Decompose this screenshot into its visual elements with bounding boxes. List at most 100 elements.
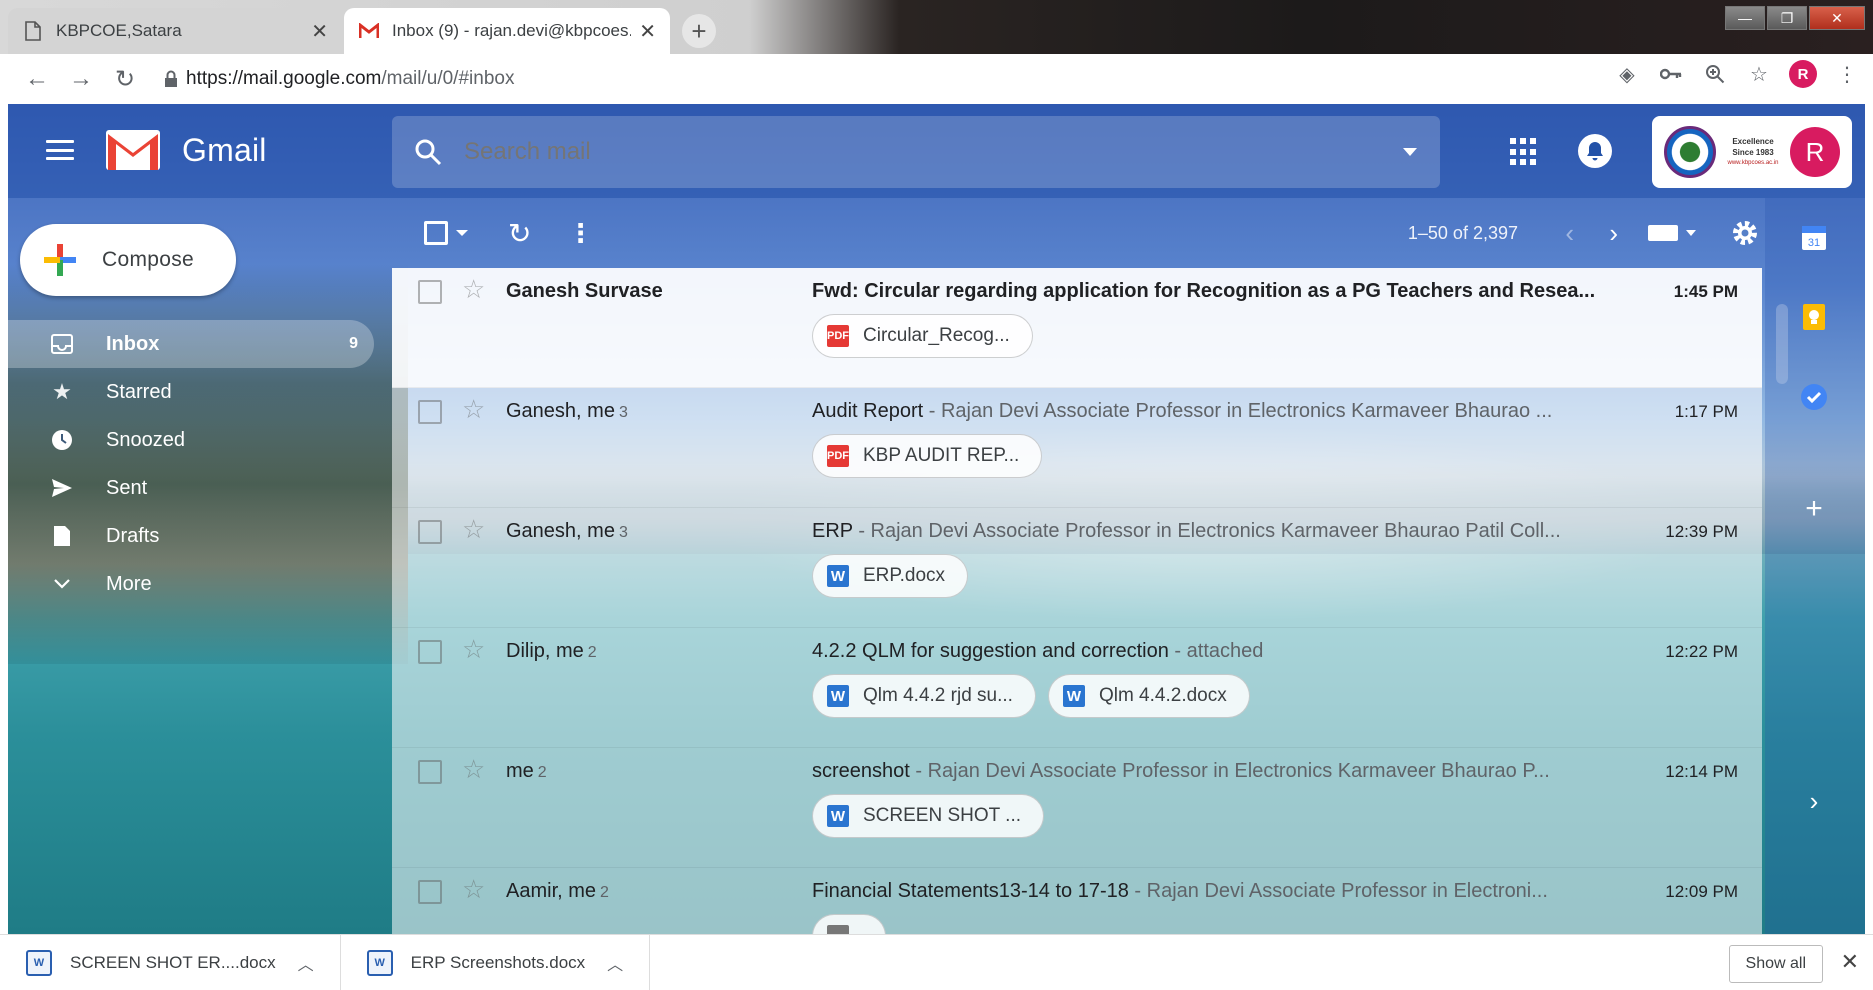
browser-toolbar: ← → ↻ https://mail.google.com/mail/u/0/#… <box>0 54 1873 104</box>
email-snippet: - Rajan Devi Associate Professor in Elec… <box>852 520 1561 542</box>
more-actions-icon[interactable]: ⋮ <box>567 218 593 249</box>
refresh-icon[interactable]: ↻ <box>508 217 531 250</box>
key-icon[interactable] <box>1657 60 1685 88</box>
star-icon[interactable]: ☆ <box>462 274 485 305</box>
sidebar-item-more[interactable]: More <box>8 560 374 608</box>
attachment-chip[interactable]: W SCREEN SHOT ... <box>812 794 1045 838</box>
attachment-chip[interactable]: W Qlm 4.4.2 rjd su... <box>812 674 1036 718</box>
compose-label: Compose <box>102 248 194 271</box>
star-icon[interactable]: ☆ <box>462 514 485 545</box>
search-input[interactable] <box>464 138 1380 166</box>
select-dropdown-icon[interactable] <box>456 230 468 236</box>
attachment-name: Circular_Recog... <box>863 325 1010 346</box>
input-tools-icon[interactable] <box>1648 225 1696 241</box>
show-all-downloads-button[interactable]: Show all <box>1728 945 1823 983</box>
email-snippet: - Rajan Devi Associate Professor in Elec… <box>909 760 1550 782</box>
older-page-icon[interactable]: › <box>1609 218 1618 249</box>
chevron-up-icon[interactable]: ︿ <box>607 951 623 975</box>
star-icon[interactable]: ☆ <box>462 634 485 665</box>
download-name: SCREEN SHOT ER....docx <box>70 952 276 972</box>
star-icon[interactable]: ☆ <box>462 394 485 425</box>
sidebar-item-inbox[interactable]: Inbox 9 <box>8 320 374 368</box>
row-checkbox[interactable] <box>418 880 442 904</box>
forward-button[interactable]: → <box>60 58 102 100</box>
sidebar-item-drafts[interactable]: Drafts <box>8 512 374 560</box>
select-all-checkbox[interactable] <box>424 221 448 245</box>
main-menu-icon[interactable] <box>44 134 76 166</box>
account-box[interactable]: Excellence Since 1983 www.kbpcoes.ac.in … <box>1652 116 1852 188</box>
organization-logo <box>1664 126 1716 178</box>
gmail-app: Gmail Excellence Sinc <box>8 104 1865 934</box>
email-subject: Financial Statements13-14 to 17-18 <box>812 880 1129 902</box>
row-checkbox[interactable] <box>418 520 442 544</box>
attachment-name: ERP.docx <box>863 565 946 586</box>
chevron-up-icon[interactable]: ︿ <box>298 951 314 975</box>
download-item[interactable]: W SCREEN SHOT ER....docx ︿ <box>0 934 341 990</box>
pdf-file-icon: PDF <box>827 445 849 467</box>
star-icon[interactable]: ☆ <box>462 874 485 905</box>
email-row[interactable]: ☆ Ganesh Survase Fwd: Circular regarding… <box>392 268 1762 388</box>
sidebar-item-starred[interactable]: ★ Starred <box>8 368 374 416</box>
email-row[interactable]: ☆ Aamir, me 2 Financial Statements13-14 t… <box>392 868 1762 934</box>
keep-icon[interactable] <box>1799 302 1829 332</box>
attachment-chip[interactable]: W Qlm 4.4.2.docx <box>1047 674 1250 718</box>
row-checkbox[interactable] <box>418 760 442 784</box>
maximize-button[interactable]: ❐ <box>1767 6 1807 30</box>
email-row[interactable]: ☆ Dilip, me 2 4.2.2 QLM for suggestion an… <box>392 628 1762 748</box>
calendar-icon[interactable]: 31 <box>1799 222 1829 252</box>
close-icon[interactable]: ✕ <box>311 19 328 44</box>
attachment-chip[interactable]: PDF Circular_Recog... <box>812 314 1033 358</box>
email-subject-line: screenshot - Rajan Devi Associate Profes… <box>812 760 1602 783</box>
star-icon[interactable]: ☆ <box>462 754 485 785</box>
attachment-chip[interactable]: PDF KBP AUDIT REP... <box>812 434 1043 478</box>
sidebar-item-snoozed[interactable]: Snoozed <box>8 416 374 464</box>
google-apps-icon[interactable] <box>1510 138 1538 166</box>
sidebar-item-sent[interactable]: Sent <box>8 464 374 512</box>
settings-gear-icon[interactable] <box>1730 218 1760 248</box>
bookmark-star-icon[interactable]: ☆ <box>1745 60 1773 88</box>
email-subject-line: ERP - Rajan Devi Associate Professor in … <box>812 520 1602 543</box>
search-icon[interactable] <box>392 138 464 166</box>
gmail-logo-text: Gmail <box>182 131 267 168</box>
tab-inbox[interactable]: Inbox (9) - rajan.devi@kbpcoes.e ✕ <box>344 8 670 54</box>
close-icon[interactable]: ✕ <box>1841 949 1859 975</box>
window-close-button[interactable]: ✕ <box>1809 6 1865 30</box>
download-item[interactable]: W ERP Screenshots.docx ︿ <box>341 934 651 990</box>
browser-menu-icon[interactable]: ⋮ <box>1833 60 1861 88</box>
notifications-icon[interactable] <box>1578 134 1612 168</box>
back-button[interactable]: ← <box>16 58 58 100</box>
row-checkbox[interactable] <box>418 280 442 304</box>
attachment-chip[interactable] <box>812 914 886 934</box>
add-addon-icon[interactable]: + <box>1799 492 1829 525</box>
eye-icon[interactable]: ◈ <box>1613 60 1641 88</box>
close-icon[interactable]: ✕ <box>639 19 656 44</box>
word-file-icon: W <box>827 685 849 707</box>
email-row[interactable]: ☆ Ganesh, me 3 ERP - Rajan Devi Associate… <box>392 508 1762 628</box>
reload-button[interactable]: ↻ <box>104 58 146 100</box>
new-tab-button[interactable]: + <box>682 14 716 48</box>
expand-panel-icon[interactable]: › <box>1799 786 1829 816</box>
email-list: ☆ Ganesh Survase Fwd: Circular regarding… <box>392 268 1762 934</box>
search-bar[interactable] <box>392 116 1440 188</box>
compose-button[interactable]: Compose <box>20 224 236 296</box>
email-row[interactable]: ☆ me 2 screenshot - Rajan Devi Associate … <box>392 748 1762 868</box>
email-sender: Dilip, me 2 <box>506 640 597 662</box>
row-checkbox[interactable] <box>418 400 442 424</box>
gmail-logo[interactable]: Gmail <box>104 128 267 172</box>
tab-kbpcoe[interactable]: KBPCOE,Satara ✕ <box>8 8 342 54</box>
search-options-icon[interactable] <box>1380 148 1440 156</box>
row-checkbox[interactable] <box>418 640 442 664</box>
attachment-chip[interactable]: W ERP.docx <box>812 554 969 598</box>
account-avatar[interactable]: R <box>1790 127 1840 177</box>
tab-strip: KBPCOE,Satara ✕ Inbox (9) - rajan.devi@k… <box>0 0 1873 54</box>
tasks-icon[interactable] <box>1799 382 1829 412</box>
word-file-icon: W <box>827 565 849 587</box>
newer-page-icon[interactable]: ‹ <box>1565 218 1574 249</box>
minimize-button[interactable]: — <box>1725 6 1765 30</box>
browser-profile-avatar[interactable]: R <box>1789 60 1817 88</box>
address-bar[interactable]: https://mail.google.com/mail/u/0/#inbox <box>156 60 1616 98</box>
thread-count: 2 <box>587 644 597 661</box>
email-row[interactable]: ☆ Ganesh, me 3 Audit Report - Rajan Devi … <box>392 388 1762 508</box>
attachment-name: Qlm 4.4.2 rjd su... <box>863 685 1013 706</box>
zoom-icon[interactable] <box>1701 60 1729 88</box>
